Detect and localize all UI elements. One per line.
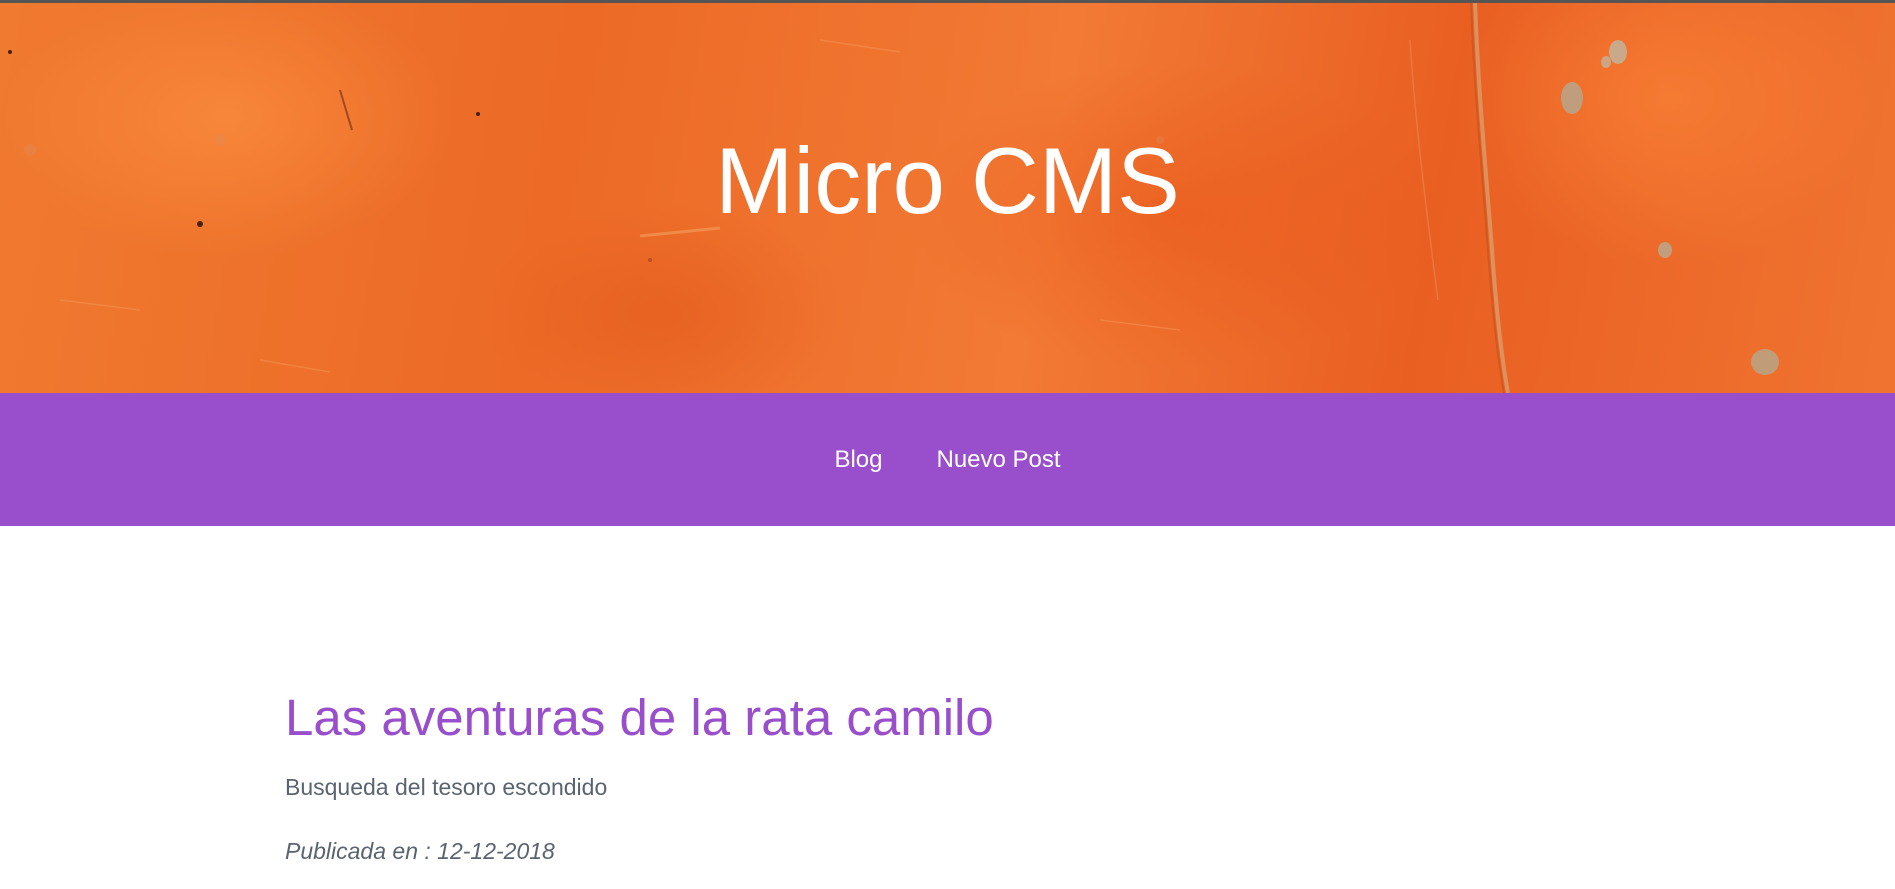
post-published-date: Publicada en : 12-12-2018 [285,838,555,864]
post-subtitle: Busqueda del tesoro escondido [285,774,608,800]
post-title[interactable]: Las aventuras de la rata camilo [285,684,1585,752]
post-content: Las aventuras de la rata camilo Busqueda… [285,684,1585,866]
main-nav: Blog Nuevo Post [0,393,1895,526]
hero-banner: Micro CMS [0,0,1895,393]
nav-link-nuevo-post[interactable]: Nuevo Post [936,445,1060,475]
nav-link-blog[interactable]: Blog [834,445,882,475]
top-edge-line [0,0,1895,3]
site-title: Micro CMS [715,128,1180,233]
